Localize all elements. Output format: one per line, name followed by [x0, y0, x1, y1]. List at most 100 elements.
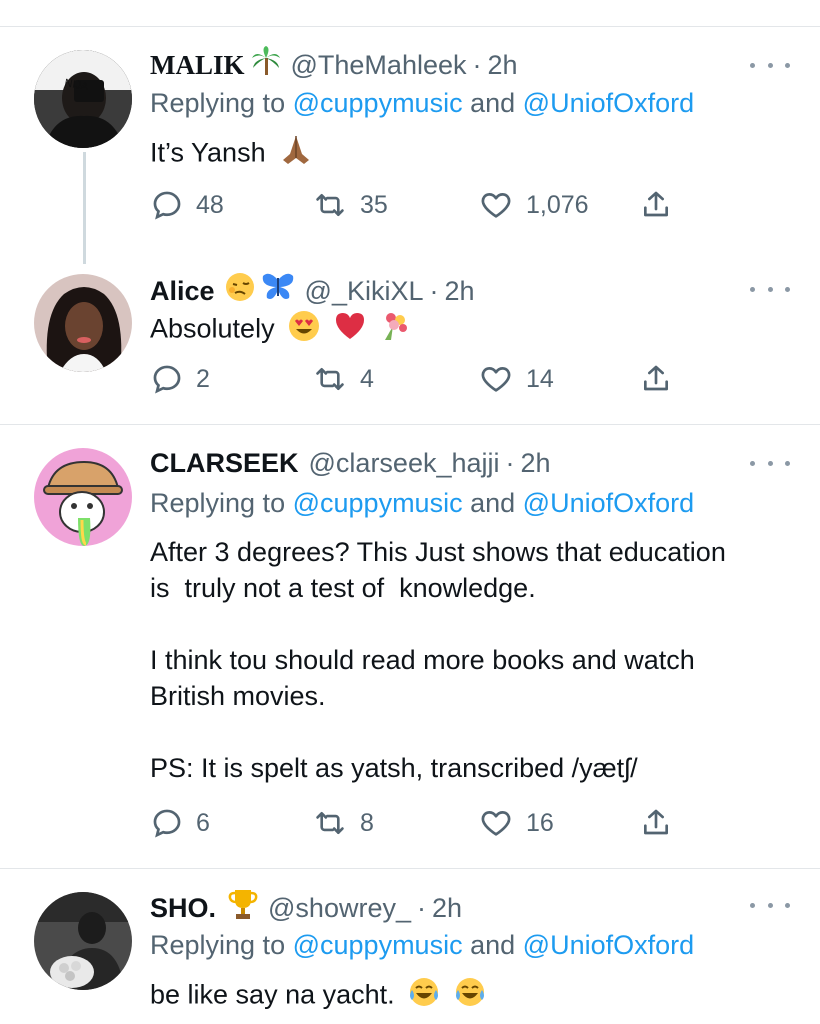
red-heart-emoji: [334, 311, 366, 350]
bouquet-emoji: [379, 310, 411, 351]
tweet-text-line: British movies.: [150, 681, 326, 711]
replying-to: Replying to @cuppymusic and @UniofOxford: [150, 928, 694, 962]
replying-prefix: Replying to: [150, 488, 286, 518]
mention-uniofoxford[interactable]: @UniofOxford: [523, 930, 694, 960]
share-button[interactable]: [640, 188, 672, 222]
tweet-header: SHO. @showrey_ · 2h: [150, 888, 462, 928]
heart-icon: [481, 367, 511, 392]
like-button[interactable]: 14: [478, 362, 554, 396]
retweet-button[interactable]: 35: [312, 188, 388, 222]
reply-count: 48: [196, 190, 224, 219]
mention-uniofoxford[interactable]: @UniofOxford: [523, 88, 694, 118]
more-options-icon[interactable]: [750, 58, 790, 72]
tweet-divider: [0, 424, 820, 425]
retweet-count: 8: [360, 808, 374, 837]
retweet-icon: [316, 811, 344, 835]
like-button[interactable]: 16: [478, 806, 554, 840]
tweet-header: MALIK @TheMahleek · 2h: [150, 46, 518, 84]
share-button[interactable]: [640, 362, 672, 396]
retweet-icon: [316, 367, 344, 391]
replying-prefix: Replying to: [150, 88, 286, 118]
share-button[interactable]: [640, 806, 672, 840]
like-count: 16: [526, 808, 554, 837]
user-handle[interactable]: @TheMahleek: [291, 48, 467, 82]
timestamp[interactable]: 2h: [521, 446, 551, 480]
user-handle[interactable]: @_KikiXL: [305, 274, 424, 308]
user-handle[interactable]: @showrey_: [268, 891, 411, 925]
replying-and: and: [470, 930, 516, 960]
tweet-divider: [0, 868, 820, 869]
tweet-text: be like say na yacht.: [150, 976, 790, 1017]
more-options-icon[interactable]: [750, 456, 790, 470]
tweet-text-content: be like say na yacht.: [150, 979, 395, 1010]
retweet-button[interactable]: 8: [312, 806, 374, 840]
reply-count: 2: [196, 364, 210, 393]
share-icon: [644, 809, 668, 835]
heart-icon: [481, 811, 511, 836]
display-name[interactable]: Alice: [150, 274, 215, 308]
reply-button[interactable]: 2: [150, 362, 210, 396]
separator-dot: ·: [472, 50, 482, 80]
tweet-text-line: I think tou should read more books and w…: [150, 645, 695, 675]
separator-dot: ·: [505, 448, 515, 478]
butterfly-emoji: [261, 272, 295, 310]
tweet-text: Absolutely: [150, 310, 790, 351]
trophy-emoji: [228, 888, 258, 928]
reply-button[interactable]: 6: [150, 806, 210, 840]
display-name[interactable]: SHO.: [150, 891, 216, 925]
reply-icon: [153, 191, 181, 220]
avatar-sho[interactable]: [34, 892, 132, 990]
more-options-icon[interactable]: [750, 282, 790, 296]
heart-icon: [481, 193, 511, 218]
reply-button[interactable]: 48: [150, 188, 224, 222]
like-count: 1,076: [526, 190, 589, 219]
retweet-count: 35: [360, 190, 388, 219]
tweet-text: It’s Yansh: [150, 134, 790, 175]
tweet-text-content: Absolutely: [150, 313, 275, 344]
replying-to: Replying to @cuppymusic and @UniofOxford: [150, 486, 694, 520]
timestamp[interactable]: 2h: [432, 891, 462, 925]
tweet-text-line: After 3 degrees? This Just shows that ed…: [150, 537, 726, 567]
avatar-malik[interactable]: NIJA: [34, 50, 132, 148]
tears-of-joy-emoji: [408, 976, 440, 1017]
reply-icon: [153, 365, 181, 394]
separator-dot: ·: [429, 276, 439, 306]
separator-dot: ·: [416, 893, 426, 923]
mention-cuppymusic[interactable]: @cuppymusic: [293, 488, 463, 518]
timestamp[interactable]: 2h: [445, 274, 475, 308]
share-icon: [644, 365, 668, 391]
mention-cuppymusic[interactable]: @cuppymusic: [293, 930, 463, 960]
tweet-header: Alice @_KikiXL · 2h: [150, 272, 475, 310]
avatar-clarseek[interactable]: [34, 448, 132, 546]
like-button[interactable]: 1,076: [478, 188, 589, 222]
timestamp[interactable]: 2h: [488, 48, 518, 82]
woozy-face-emoji: [225, 272, 255, 310]
avatar-alice[interactable]: [34, 274, 132, 372]
tweet-header: CLARSEEK @clarseek_hajji · 2h: [150, 446, 551, 480]
retweet-button[interactable]: 4: [312, 362, 374, 396]
replying-to: Replying to @cuppymusic and @UniofOxford: [150, 86, 694, 120]
tweet-text: After 3 degrees? This Just shows that ed…: [150, 534, 790, 786]
tears-of-joy-emoji: [454, 976, 486, 1017]
top-divider: [0, 26, 820, 27]
folded-hands-emoji: [279, 134, 313, 175]
display-name[interactable]: CLARSEEK: [150, 446, 299, 480]
like-count: 14: [526, 364, 554, 393]
mention-uniofoxford[interactable]: @UniofOxford: [523, 488, 694, 518]
replying-and: and: [470, 488, 516, 518]
retweet-count: 4: [360, 364, 374, 393]
mention-cuppymusic[interactable]: @cuppymusic: [293, 88, 463, 118]
palm-tree-emoji: [251, 46, 281, 84]
share-icon: [644, 191, 668, 217]
retweet-icon: [316, 193, 344, 217]
tweet-text-line: is truly not a test of knowledge.: [150, 573, 536, 603]
heart-eyes-emoji: [288, 310, 320, 351]
replying-and: and: [470, 88, 516, 118]
thread-connector-line: [83, 152, 86, 264]
tweet-text-line: PS: It is spelt as yatsh, transcribed /y…: [150, 753, 638, 783]
more-options-icon[interactable]: [750, 898, 790, 912]
tweet-text-content: It’s Yansh: [150, 137, 266, 168]
user-handle[interactable]: @clarseek_hajji: [309, 446, 500, 480]
reply-count: 6: [196, 808, 210, 837]
display-name[interactable]: MALIK: [150, 48, 245, 82]
